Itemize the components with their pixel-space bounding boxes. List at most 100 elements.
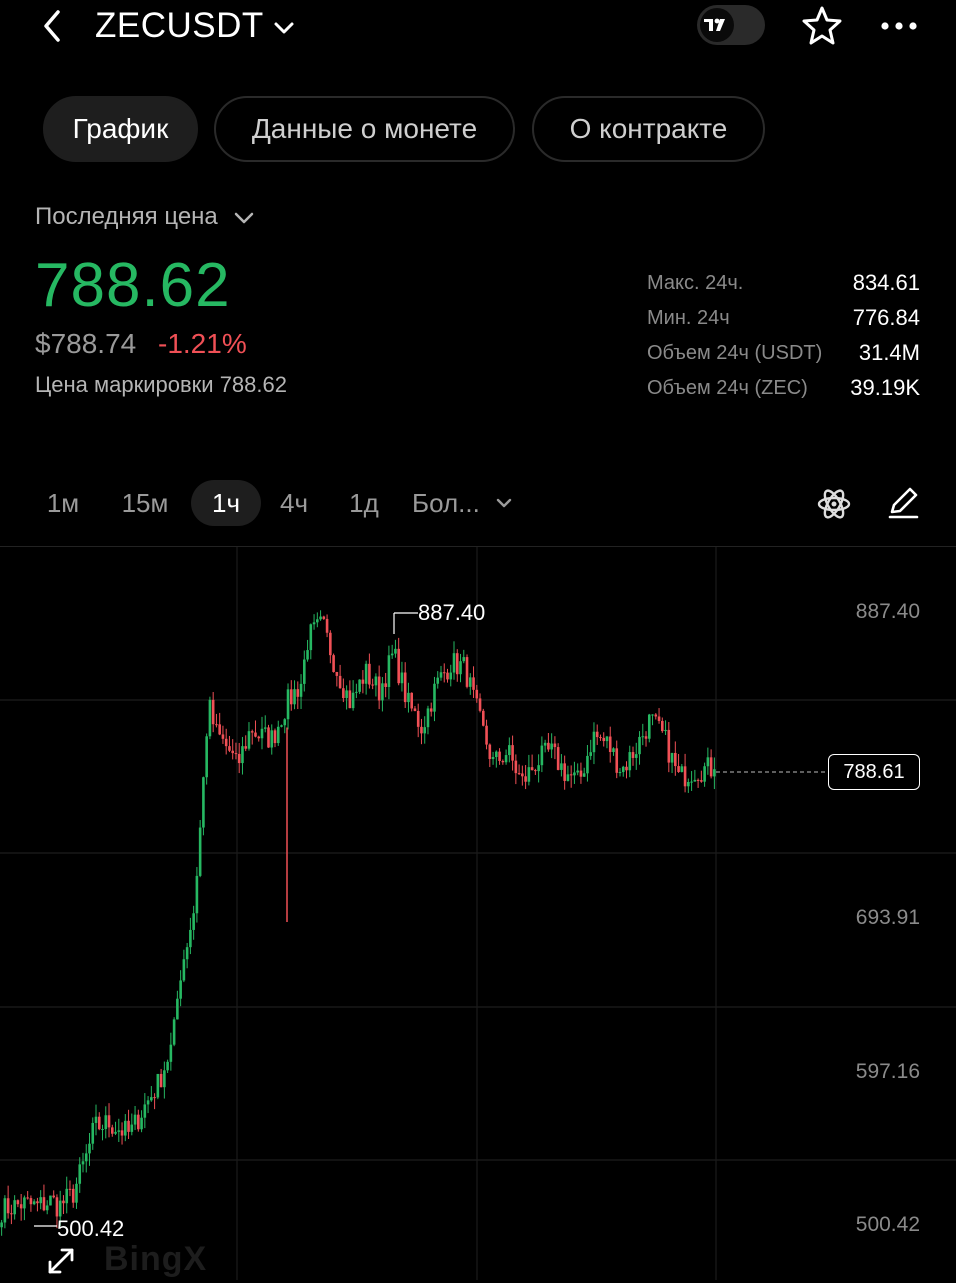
candles xyxy=(0,610,716,1236)
candle-body xyxy=(504,755,508,763)
candle-body xyxy=(442,672,446,674)
candle-body xyxy=(159,1073,163,1088)
candle-body xyxy=(374,676,378,686)
candle-body xyxy=(296,689,300,697)
candle-body xyxy=(576,770,579,773)
candle-body xyxy=(420,726,423,734)
candle-body xyxy=(361,679,365,684)
pencil-icon xyxy=(888,487,919,519)
candle-body xyxy=(687,781,690,787)
timeframe-15m[interactable]: 15м xyxy=(112,480,178,526)
candle-body xyxy=(133,1114,137,1125)
candle-body xyxy=(172,1019,176,1045)
last-price-selector[interactable]: Последняя цена xyxy=(35,203,256,231)
candle-body xyxy=(553,743,557,748)
candle-body xyxy=(237,753,241,764)
timeframe-4h[interactable]: 4ч xyxy=(270,480,318,526)
candle-body xyxy=(221,734,225,739)
stat-vol-zec-value: 39.19K xyxy=(850,375,920,400)
tradingview-toggle[interactable] xyxy=(697,5,765,45)
candle-body xyxy=(595,731,599,738)
candle-body xyxy=(325,618,329,633)
candle-body xyxy=(608,736,612,753)
candle-body xyxy=(342,688,345,699)
candle-body xyxy=(508,745,511,756)
candle-body xyxy=(250,731,254,733)
candle-body xyxy=(137,1114,140,1130)
fullscreen-button[interactable] xyxy=(44,1244,78,1278)
candle-body xyxy=(475,689,479,699)
candle-body xyxy=(156,1073,160,1098)
candle-body xyxy=(42,1197,46,1211)
candle-body xyxy=(62,1200,65,1204)
candle-body xyxy=(491,757,495,760)
candle-body xyxy=(550,743,553,750)
timeframe-chevron-icon xyxy=(496,498,511,508)
timeframe-1d[interactable]: 1д xyxy=(340,480,388,526)
candle-body xyxy=(65,1188,69,1204)
candle-body xyxy=(696,779,700,781)
candle-body xyxy=(579,770,583,777)
candle-body xyxy=(602,737,606,742)
candle-body xyxy=(615,748,619,773)
tab-coin-data[interactable]: Данные о монете xyxy=(214,96,515,162)
symbol-dropdown[interactable] xyxy=(270,14,298,42)
candle-body xyxy=(621,766,625,773)
tab-chart[interactable]: График xyxy=(43,96,198,162)
candle-body xyxy=(140,1117,143,1130)
candle-body xyxy=(348,690,352,709)
price-chart[interactable]: 887.40 693.91 597.16 500.42 887.40 500.4… xyxy=(0,546,956,1280)
more-button[interactable] xyxy=(880,14,920,38)
last-price-label: Последняя цена xyxy=(35,203,218,230)
candle-body xyxy=(26,1197,29,1199)
candle-body xyxy=(198,827,202,876)
candle-body xyxy=(446,672,449,680)
candle-body xyxy=(228,746,231,751)
timeframe-more[interactable]: Бол... xyxy=(412,480,524,526)
candle-body xyxy=(32,1201,36,1205)
candle-body xyxy=(286,689,290,720)
candle-body xyxy=(455,653,459,675)
candle-body xyxy=(81,1161,85,1165)
price-change-percent: -1.21% xyxy=(158,328,247,359)
candle-body xyxy=(273,730,277,744)
candle-body xyxy=(703,766,706,782)
candle-body xyxy=(107,1115,111,1128)
candle-body xyxy=(302,659,306,684)
timeframe-1m[interactable]: 1м xyxy=(36,480,90,526)
indicators-button[interactable] xyxy=(815,485,853,523)
symbol-title[interactable]: ZECUSDT xyxy=(95,4,264,48)
drawing-tools-button[interactable] xyxy=(884,484,922,522)
candle-body xyxy=(674,752,677,767)
y-axis-label-597-16: 597.16 xyxy=(855,1060,920,1083)
candle-body xyxy=(556,747,560,770)
candle-body xyxy=(433,683,436,712)
candle-body xyxy=(49,1195,52,1206)
candle-body xyxy=(582,773,586,777)
candle-body xyxy=(195,875,199,914)
candle-body xyxy=(143,1104,147,1118)
timeframe-1h[interactable]: 1ч xyxy=(191,480,261,526)
candle-body xyxy=(345,690,348,699)
candle-body xyxy=(192,913,195,930)
candle-body xyxy=(117,1130,121,1132)
candle-body xyxy=(485,725,488,745)
candle-body xyxy=(387,655,391,687)
back-button[interactable] xyxy=(36,8,72,44)
candle-body xyxy=(338,675,342,689)
candle-body xyxy=(241,746,244,764)
high-price-marker: 887.40 xyxy=(418,600,486,625)
candle-body xyxy=(592,731,596,753)
favorite-button[interactable] xyxy=(800,4,844,48)
dropdown-chevron-icon xyxy=(274,22,294,34)
candle-body xyxy=(153,1097,156,1099)
mark-price: Цена маркировки 788.62 xyxy=(35,372,287,397)
candle-body xyxy=(23,1197,26,1209)
candle-body xyxy=(660,720,664,732)
candle-body xyxy=(130,1124,134,1132)
candle-body xyxy=(110,1127,114,1134)
candle-body xyxy=(521,773,524,777)
candle-body xyxy=(260,728,264,739)
tab-contract-info[interactable]: О контракте xyxy=(532,96,765,162)
candle-body xyxy=(316,619,319,623)
